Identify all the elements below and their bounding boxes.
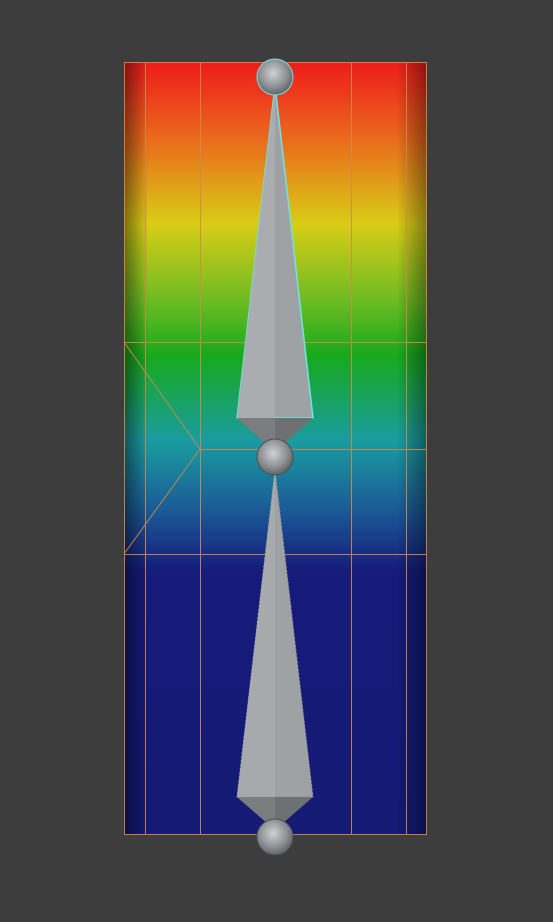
joint-head-upper[interactable] <box>256 58 294 96</box>
joint-tail-lower[interactable] <box>256 818 294 856</box>
viewport-canvas[interactable] <box>0 0 553 922</box>
joint-mid[interactable] <box>256 438 294 476</box>
3d-viewport[interactable] <box>0 0 553 922</box>
